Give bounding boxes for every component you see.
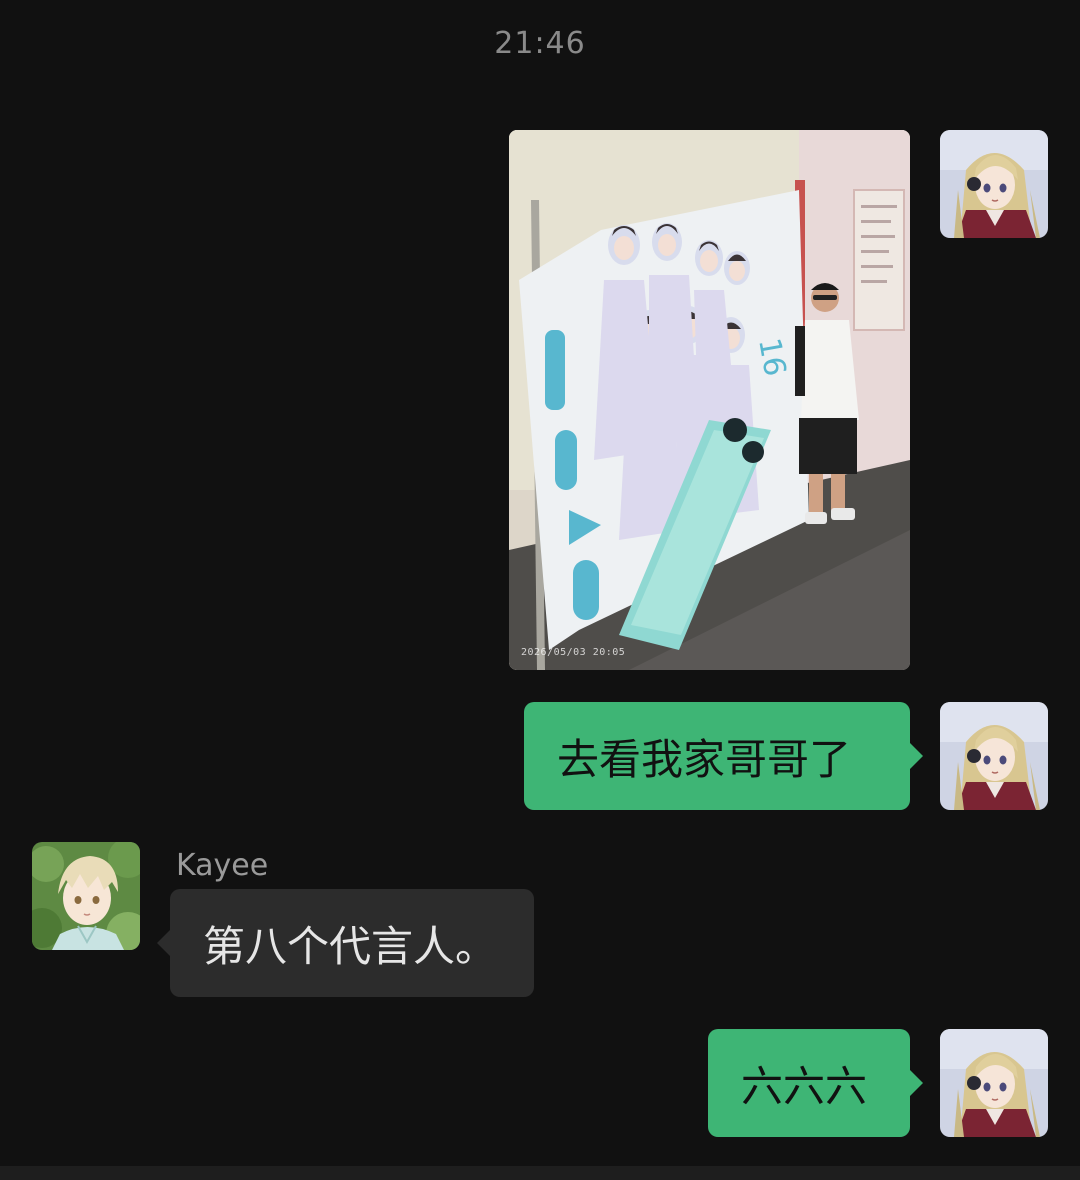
outgoing-message-bubble[interactable]: 六六六 — [708, 1029, 923, 1137]
message-text: 六六六 — [741, 1061, 868, 1111]
self-avatar[interactable] — [940, 1029, 1048, 1137]
svg-text:16: 16 — [751, 335, 792, 379]
self-avatar[interactable] — [940, 130, 1048, 238]
image-message[interactable]: 16 2026/05/03 20:05 — [509, 130, 910, 670]
anime-boy-avatar-icon — [32, 842, 140, 950]
anime-girl-avatar-icon — [940, 130, 1048, 238]
message-text: 去看我家哥哥了 — [557, 734, 852, 784]
kayee-avatar[interactable] — [32, 842, 140, 950]
photo-thumbnail: 16 — [509, 130, 910, 670]
input-bar-edge — [0, 1166, 1080, 1180]
anime-girl-avatar-icon — [940, 1029, 1048, 1137]
sender-name: Kayee — [176, 848, 269, 883]
anime-girl-avatar-icon — [940, 702, 1048, 810]
self-avatar[interactable] — [940, 702, 1048, 810]
outgoing-message-bubble[interactable]: 去看我家哥哥了 — [524, 702, 923, 810]
message-timestamp: 21:46 — [494, 26, 586, 61]
photo-watermark: 2026/05/03 20:05 — [521, 647, 626, 658]
message-text: 第八个代言人。 — [203, 921, 498, 971]
chat-window: 21:46 16 2026/05/03 20:05 去看我家哥哥了 Kayee … — [0, 0, 1080, 1180]
incoming-message-bubble[interactable]: 第八个代言人。 — [157, 889, 534, 997]
